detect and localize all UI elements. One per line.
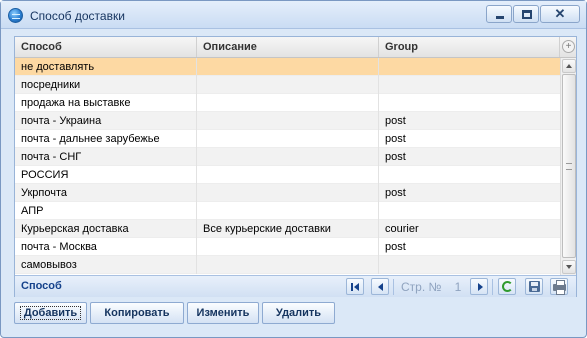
table-row[interactable]: продажа на выставке [15,94,560,112]
cell-description [197,112,379,130]
scroll-down-arrow-icon[interactable] [562,260,576,274]
cell-group [379,58,560,76]
toolbar-separator [492,279,493,295]
grid-rows: не доставлять посредники продажа на выст… [15,58,560,275]
cell-group [379,202,560,220]
table-row[interactable]: самовывоз [15,256,560,274]
grid-header: Способ Описание Group + [15,37,576,58]
table-row[interactable]: РОССИЯ [15,166,560,184]
first-page-button[interactable] [346,278,364,295]
column-header-description[interactable]: Описание [197,37,379,57]
cell-method: Курьерская доставка [15,220,197,238]
page-number-field[interactable]: 1 [451,280,465,294]
cell-group [379,94,560,112]
refresh-button[interactable] [498,278,516,295]
cell-method: почта - дальнее зарубежье [15,130,197,148]
prev-page-button[interactable] [371,278,389,295]
cell-method: самовывоз [15,256,197,274]
column-menu-plus-icon[interactable]: + [562,40,575,53]
minimize-button[interactable] [486,5,512,23]
cell-method: посредники [15,76,197,94]
cell-description [197,76,379,94]
next-page-button[interactable] [470,278,488,295]
vertical-scrollbar[interactable] [560,58,576,275]
toolbar-separator [393,279,394,295]
delivery-methods-grid: Способ Описание Group + не доставлять по… [14,36,577,297]
copy-button[interactable]: Копировать [90,302,184,324]
cell-description [197,166,379,184]
minimize-icon [496,16,504,19]
table-row[interactable]: АПР [15,202,560,220]
scroll-up-arrow-icon[interactable] [562,59,576,73]
cell-description [197,256,379,274]
prev-page-icon [378,283,383,291]
cell-group [379,76,560,94]
cell-description [197,94,379,112]
print-button[interactable] [550,278,568,295]
window-controls: ✕ [485,5,580,23]
refresh-icon [502,281,513,292]
grid-footer-toolbar: Способ Стр. № 1 [15,275,576,297]
first-page-icon [351,283,359,291]
column-header-group[interactable]: Group [379,37,560,57]
next-page-icon [478,283,483,291]
edit-button[interactable]: Изменить [187,302,259,324]
scroll-thumb[interactable] [562,74,576,258]
cell-description [197,130,379,148]
cell-group: post [385,151,406,163]
cell-group: post [385,187,406,199]
cell-group: post [385,115,406,127]
cell-method: почта - Украина [15,112,197,130]
table-row[interactable]: посредники [15,76,560,94]
cell-description [197,184,379,202]
add-button[interactable]: Добавить [14,302,87,324]
cell-method: не доставлять [15,58,197,76]
cell-method: почта - Москва [15,238,197,256]
table-row[interactable]: почта - дальнее зарубежье post [15,130,560,148]
maximize-icon [522,10,532,19]
add-button-label: Добавить [19,306,82,320]
table-row[interactable]: почта - СНГ post [15,148,560,166]
cell-method: почта - СНГ [15,148,197,166]
cell-group: post [385,241,406,253]
table-row[interactable]: Курьерская доставка Все курьерские доста… [15,220,560,238]
cell-method: продажа на выставке [15,94,197,112]
table-row[interactable]: почта - Москва post [15,238,560,256]
table-row[interactable]: не доставлять [15,58,560,76]
column-header-method[interactable]: Способ [15,37,197,57]
cell-group [379,166,560,184]
title-bar[interactable]: Способ доставки ✕ [1,1,586,29]
cell-description [197,238,379,256]
cell-method: РОССИЯ [15,166,197,184]
globe-icon [8,8,23,23]
save-icon [529,281,540,292]
cell-group [379,256,560,274]
print-icon [553,280,566,295]
cell-group: post [385,133,406,145]
cell-group: courier [385,223,419,235]
window-title: Способ доставки [30,9,125,23]
close-button[interactable]: ✕ [540,5,580,23]
delete-button[interactable]: Удалить [262,302,335,324]
group-by-label: Способ [21,280,62,292]
cell-description: Все курьерские доставки [197,220,379,238]
table-row[interactable]: почта - Украина post [15,112,560,130]
maximize-button[interactable] [513,5,539,23]
table-row[interactable]: Укрпочта post [15,184,560,202]
page-label: Стр. № [401,280,442,294]
save-button[interactable] [525,278,543,295]
cell-method: АПР [15,202,197,220]
cell-description [197,202,379,220]
close-icon: ✕ [554,6,566,21]
cell-method: Укрпочта [15,184,197,202]
cell-description [197,148,379,166]
dialog-window: Способ доставки ✕ Способ Описание Group … [0,0,587,338]
cell-description [197,58,379,76]
